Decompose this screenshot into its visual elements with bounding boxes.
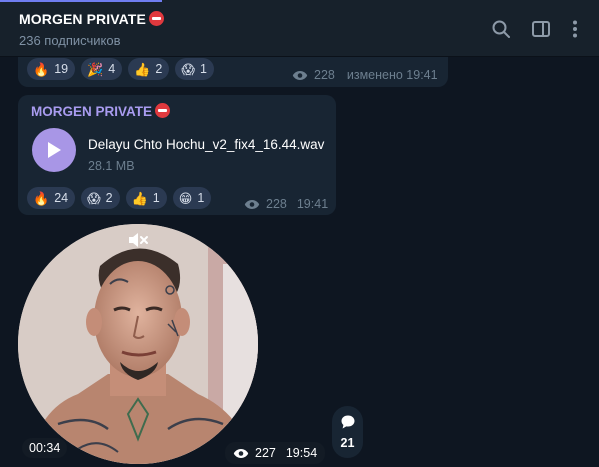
no-entry-icon bbox=[148, 11, 164, 26]
reaction-bar: 🔥 19 🎉 4 👍 2 😱 1 bbox=[27, 58, 214, 80]
file-size: 28.1 MB bbox=[88, 159, 135, 173]
reaction-chip[interactable]: 🔥 24 bbox=[27, 187, 76, 209]
scream-emoji-icon: 😱 bbox=[87, 190, 101, 206]
view-count: 227 bbox=[255, 446, 276, 460]
reaction-count: 2 bbox=[105, 191, 113, 205]
reaction-chip[interactable]: 😁 1 bbox=[172, 187, 212, 209]
message-author-name: MORGEN PRIVATE bbox=[31, 104, 153, 119]
reaction-count: 4 bbox=[108, 62, 116, 76]
edited-time: изменено 19:41 bbox=[346, 68, 438, 82]
reaction-chip[interactable]: 😱 1 bbox=[175, 58, 214, 80]
view-count: 228 bbox=[266, 197, 287, 211]
reaction-count: 1 bbox=[152, 191, 160, 205]
grin-emoji-icon: 😁 bbox=[178, 190, 193, 206]
mute-icon[interactable] bbox=[127, 230, 149, 250]
eye-icon bbox=[244, 199, 260, 209]
reaction-count: 1 bbox=[197, 191, 205, 205]
reaction-chip[interactable]: 😱 2 bbox=[81, 187, 120, 209]
message-author[interactable]: MORGEN PRIVATE bbox=[31, 103, 171, 119]
play-icon bbox=[48, 142, 61, 158]
reaction-count: 2 bbox=[155, 62, 163, 76]
chat-header: MORGEN PRIVATE 236 подписчиков bbox=[0, 0, 599, 57]
reaction-count: 24 bbox=[54, 191, 69, 205]
thumbs-up-emoji-icon: 👍 bbox=[131, 190, 148, 206]
thumbs-up-emoji-icon: 👍 bbox=[134, 61, 151, 77]
message-time: 19:41 bbox=[296, 197, 329, 211]
comments-button[interactable]: 21 bbox=[332, 406, 363, 458]
eye-icon bbox=[233, 448, 249, 458]
reaction-count: 1 bbox=[199, 62, 207, 76]
view-count: 228 bbox=[314, 68, 335, 82]
reaction-chip[interactable]: 🔥 19 bbox=[27, 58, 76, 80]
message-meta: 228 изменено 19:41 bbox=[292, 68, 438, 82]
more-icon bbox=[573, 20, 577, 38]
fire-emoji-icon: 🔥 bbox=[33, 190, 50, 206]
reaction-count: 19 bbox=[54, 62, 69, 76]
file-name: Delayu Chto Hochu_v2_fix4_16.44.wav bbox=[88, 137, 325, 152]
reaction-chip[interactable]: 👍 1 bbox=[125, 187, 167, 209]
video-message-meta: 227 19:54 bbox=[225, 442, 326, 464]
reaction-chip[interactable]: 👍 2 bbox=[128, 58, 170, 80]
play-button[interactable] bbox=[32, 128, 76, 172]
scream-emoji-icon: 😱 bbox=[181, 61, 195, 77]
video-message[interactable] bbox=[18, 224, 258, 464]
message-bubble[interactable]: MORGEN PRIVATE Delayu Chto Hochu_v2_fix4… bbox=[18, 95, 336, 215]
comments-count: 21 bbox=[340, 436, 355, 450]
channel-title[interactable]: MORGEN PRIVATE bbox=[19, 11, 164, 27]
reaction-chip[interactable]: 🎉 4 bbox=[81, 58, 123, 80]
no-entry-icon bbox=[155, 103, 171, 118]
fire-emoji-icon: 🔥 bbox=[33, 61, 50, 77]
message-meta: 228 19:41 bbox=[244, 197, 328, 211]
video-duration: 00:34 bbox=[22, 438, 68, 458]
comment-icon bbox=[341, 415, 354, 429]
search-button[interactable] bbox=[490, 18, 512, 40]
subscriber-count: 236 подписчиков bbox=[19, 33, 121, 48]
sidebar-toggle-button[interactable] bbox=[530, 18, 552, 40]
channel-title-text: MORGEN PRIVATE bbox=[19, 11, 146, 27]
message-time: 19:54 bbox=[285, 446, 318, 460]
sidebar-toggle-icon bbox=[532, 21, 550, 37]
reaction-bar: 🔥 24 😱 2 👍 1 😁 1 bbox=[27, 187, 212, 209]
more-button[interactable] bbox=[564, 18, 586, 40]
eye-icon bbox=[292, 70, 308, 80]
party-emoji-icon: 🎉 bbox=[87, 61, 104, 77]
active-tab-indicator bbox=[0, 0, 162, 2]
video-frame-image bbox=[18, 224, 258, 464]
search-icon bbox=[492, 20, 510, 38]
